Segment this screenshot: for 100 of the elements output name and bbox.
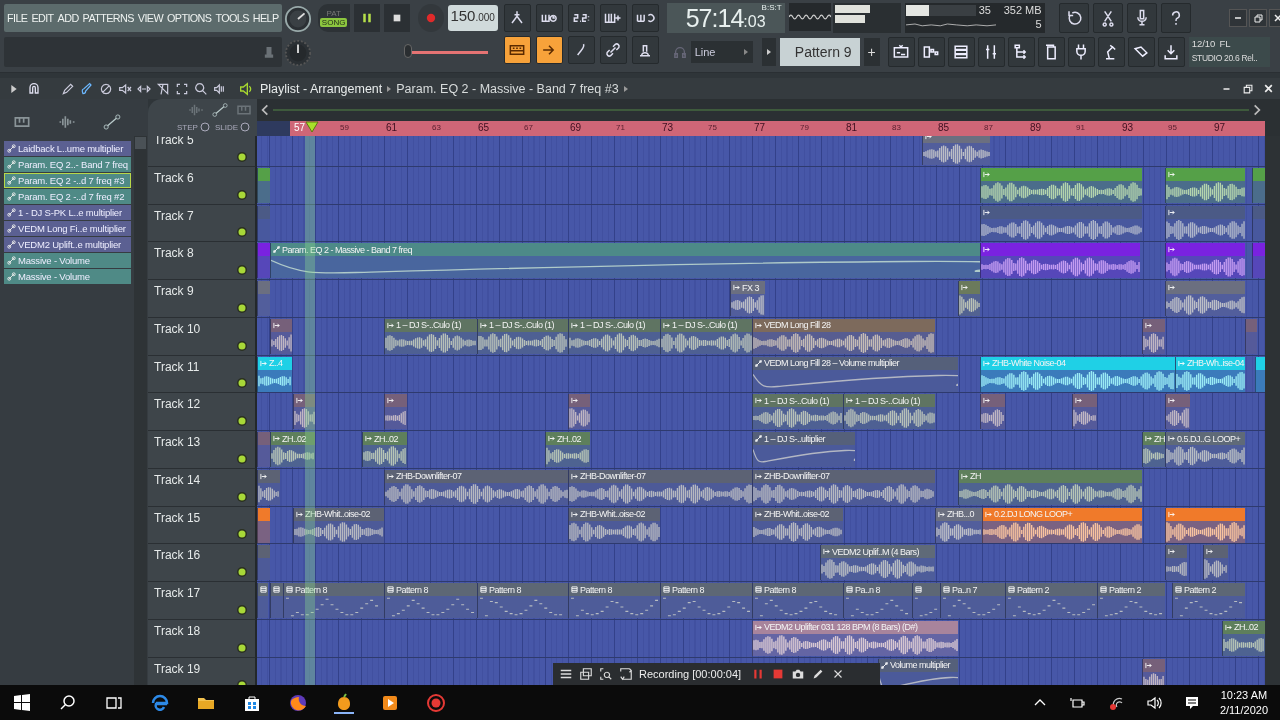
clip-label: ZHB-Wh..ise-04 [1187,358,1244,368]
clip-list-item[interactable]: Laidback L..ume multiplier [4,141,131,156]
pattern-clip[interactable]: Pattern 8 [384,583,477,618]
track-header[interactable]: Track 15 [148,506,257,545]
clip-list-item[interactable]: VEDM2 Uplift..e multiplier [4,237,131,252]
menu-item[interactable]: VIEW [137,12,163,24]
clip-list-item[interactable]: Param. EQ 2..- Band 7 freq [4,157,131,172]
polyphony-count: 35 [978,4,991,16]
audio-clip[interactable]: VEDM2 Uplifter 031 128 BPM (8 Bars) (D#) [752,620,958,656]
audio-clip[interactable]: 1 – DJ S-..Culo (1) [752,394,843,430]
menu-item[interactable]: OPTIONS [167,12,212,24]
timeline-ruler[interactable]: 57 59 61 63 65 67 69 71 73 75 77 79 81 83 85 87 89 91 93 95 97 [257,121,1265,136]
pattern-clip[interactable]: Pattern 2 [1005,583,1097,618]
audio-clip[interactable]: VEDM2 Uplif..M (4 Bars) [820,545,935,581]
system-clock[interactable]: 10:23 AM 2/11/2020 [1219,687,1268,718]
track-header[interactable]: Track 6 [148,166,257,205]
menu-item[interactable]: ADD [57,12,79,24]
clip-list-item[interactable]: VEDM Long Fi..e multiplier [4,221,131,236]
clip-label: Pattern 8 [396,584,429,595]
bar-number: 97 [1214,122,1226,133]
clip-label: Z..4 [269,358,283,368]
track-header[interactable]: Track 18 [148,619,257,658]
automation-clip[interactable]: Volume multiplier [878,658,958,685]
audio-clip[interactable]: ZHB-Downlifter-07 [568,469,752,505]
track-name: Track 12 [154,397,201,412]
clip-label: 1 – DJ S-..Culo (1) [672,320,738,331]
audio-clip[interactable]: ZHB-Downlifter-07 [384,469,568,505]
track-header[interactable]: Track 5 [148,136,257,167]
pattern-clip[interactable]: Pattern 8 [477,583,568,618]
track-header[interactable]: Track 8 [148,242,257,280]
track-header[interactable]: Track 12 [148,393,257,431]
pattern-selector[interactable]: Pattern 9 [779,38,860,66]
clip-label: Pattern 2 [1109,584,1142,595]
audio-clip[interactable]: ZH..02 [270,432,315,467]
track-name: Track 5 [154,136,194,147]
track-header[interactable]: Track 7 [148,204,257,243]
audio-clip[interactable]: ZHB-Whit..oise-02 [293,507,384,543]
audio-clip[interactable]: 1 – DJ S-..Culo (1) [660,318,752,354]
bar-number: 87 [984,123,993,132]
menu-item[interactable]: HELP [252,12,279,24]
clip-list-item[interactable]: 1 - DJ S-PK L..e multiplier [4,205,131,220]
clip-label: Pattern 8 [764,584,797,595]
audio-clip[interactable]: FX 3 [730,281,765,316]
pattern-clip[interactable]: Pattern 8 [283,583,384,618]
bar-number: 91 [1076,123,1085,132]
tempo-display[interactable]: 150.000 [447,5,498,31]
automation-clip[interactable]: VEDM Long Fill 28 – Volume multiplier [752,356,958,392]
snap-dropdown[interactable]: Line [690,41,753,63]
track-header[interactable]: Track 11 [148,355,257,394]
menu-item[interactable]: PATTERNS [82,12,134,24]
audio-clip[interactable]: 0.5.DJ..G LOOP+ [1165,432,1245,467]
clip-label: ZH [970,471,981,482]
audio-clip[interactable]: 1 – DJ S-..Culo (1) [477,318,568,354]
track-header[interactable]: Track 10 [148,317,257,356]
audio-clip[interactable]: 1 – DJ S-..Culo (1) [384,318,477,354]
track-header[interactable]: Track 9 [148,280,257,318]
bar-number: 89 [1030,122,1042,133]
voice-count: 5 [1035,17,1042,31]
bar-number: 83 [892,123,901,132]
audio-clip[interactable]: ZH [958,469,1142,505]
pattern-clip[interactable]: Pa..n 8 [843,583,912,618]
audio-clip[interactable]: ZH [1142,432,1165,467]
pattern-clip[interactable]: Pattern 8 [752,583,843,618]
clip-list-item[interactable]: Massive - Volume [4,269,131,284]
audio-clip[interactable]: ZHB-Whit..oise-02 [752,507,843,543]
pattern-clip[interactable]: Pa..n 7 [940,583,1005,618]
clip-list-item[interactable]: Param. EQ 2 -..d 7 freq #3 [4,173,131,188]
automation-clip[interactable]: 1 – DJ S-..ultiplier [752,432,855,467]
track-name: Track 9 [154,284,194,298]
pattern-clip[interactable]: Pattern 8 [568,583,660,618]
pattern-clip[interactable]: Pattern 2 [1172,583,1245,618]
clock-time: 10:23 AM [1220,687,1268,703]
menu-item[interactable]: TOOLS [215,12,249,24]
audio-clip[interactable]: 1 – DJ S-..Culo (1) [843,394,935,430]
audio-clip[interactable]: ZH..02 [545,432,590,467]
bar-number: 73 [662,122,674,133]
audio-clip[interactable]: VEDM Long Fill 28 [752,318,935,354]
clip-label: ZHB-Downlifter-07 [764,471,830,482]
audio-clip[interactable]: ZHB-Whit..oise-02 [568,507,660,543]
clip-list-item[interactable]: Param. EQ 2 -..d 7 freq #2 [4,189,131,204]
audio-clip[interactable]: ZHB-Downlifter-07 [752,469,935,505]
audio-clip[interactable]: ZH..02 [362,432,407,467]
add-pattern-button[interactable]: + [863,38,880,66]
pattern-clip[interactable]: Pattern 8 [660,583,752,618]
audio-clip[interactable]: ZH..02 [1222,620,1265,656]
track-header[interactable]: Track 14 [148,468,257,507]
clip-list-item[interactable]: Massive - Volume [4,253,131,268]
bar-number: 79 [800,123,809,132]
pat-song-toggle[interactable]: PAT SONG [317,4,350,32]
menu-item[interactable]: FILE [7,12,28,24]
track-header[interactable]: Track 13 [148,431,257,469]
track-header[interactable]: Track 19 [148,657,257,685]
menu-item[interactable]: EDIT [31,12,54,24]
news-panel[interactable]: 12/10 FL STUDIO 20.6 Rel.. [1188,37,1270,67]
automation-clip[interactable]: Param. EQ 2 - Massive - Band 7 freq [270,243,980,279]
track-header[interactable]: Track 17 [148,582,257,620]
pattern-clip[interactable]: Pattern 2 [1097,583,1165,618]
audio-clip[interactable]: ZHB...0 [935,507,982,543]
audio-clip[interactable]: 1 – DJ S-..Culo (1) [568,318,660,354]
track-header[interactable]: Track 16 [148,544,257,582]
